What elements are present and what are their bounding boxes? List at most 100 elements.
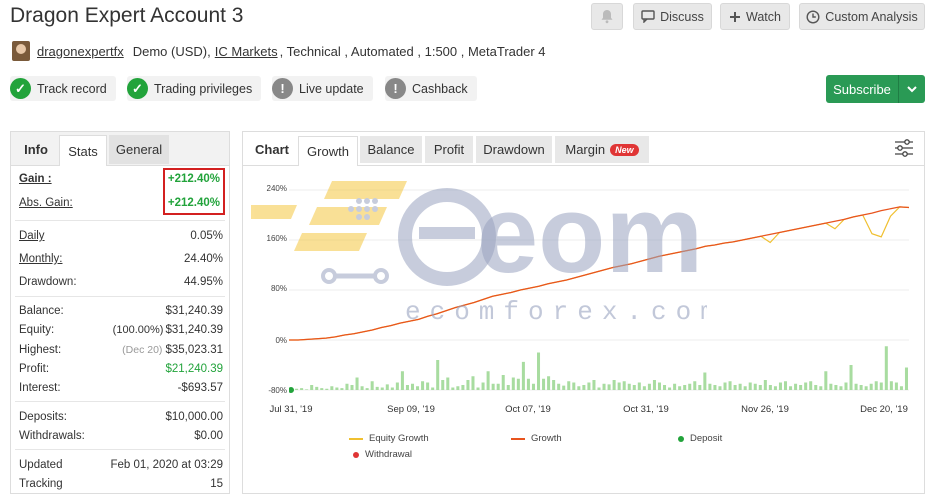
daily-gain-bar[interactable] bbox=[728, 381, 732, 390]
daily-gain-bar[interactable] bbox=[501, 375, 505, 390]
daily-gain-bar[interactable] bbox=[526, 378, 530, 390]
username-link[interactable]: dragonexpertfx bbox=[37, 44, 124, 59]
daily-gain-bar[interactable] bbox=[315, 386, 319, 390]
daily-gain-bar[interactable] bbox=[824, 371, 828, 390]
daily-gain-bar[interactable] bbox=[461, 385, 465, 390]
daily-gain-bar[interactable] bbox=[804, 382, 808, 391]
daily-gain-bar[interactable] bbox=[703, 372, 707, 391]
daily-gain-bar[interactable] bbox=[718, 386, 722, 390]
abs-gain-label[interactable]: Abs. Gain: bbox=[19, 197, 73, 209]
daily-gain-bar[interactable] bbox=[390, 387, 394, 391]
daily-gain-bar[interactable] bbox=[854, 383, 858, 390]
legend-equity-growth[interactable]: Equity Growth bbox=[349, 433, 429, 444]
daily-gain-bar[interactable] bbox=[531, 383, 535, 390]
daily-gain-bar[interactable] bbox=[738, 383, 742, 390]
daily-gain-bar[interactable] bbox=[426, 382, 430, 391]
daily-gain-bar[interactable] bbox=[597, 387, 601, 391]
daily-gain-bar[interactable] bbox=[708, 383, 712, 390]
daily-gain-bar[interactable] bbox=[743, 386, 747, 390]
daily-gain-bar[interactable] bbox=[325, 388, 329, 390]
tab-chart[interactable]: Chart bbox=[249, 136, 295, 163]
daily-gain-bar[interactable] bbox=[778, 382, 782, 391]
notifications-button[interactable] bbox=[591, 3, 623, 30]
daily-gain-bar[interactable] bbox=[481, 382, 485, 391]
daily-gain-bar[interactable] bbox=[567, 381, 571, 390]
daily-gain-bar[interactable] bbox=[577, 386, 581, 390]
tab-stats[interactable]: Stats bbox=[59, 135, 107, 166]
daily-gain-bar[interactable] bbox=[844, 382, 848, 391]
daily-gain-bar[interactable] bbox=[400, 371, 404, 390]
daily-gain-bar[interactable] bbox=[768, 385, 772, 390]
daily-gain-bar[interactable] bbox=[360, 386, 364, 390]
subscribe-button[interactable]: Subscribe bbox=[826, 75, 925, 103]
daily-gain-bar[interactable] bbox=[335, 387, 339, 391]
daily-gain-bar[interactable] bbox=[320, 388, 324, 390]
daily-gain-bar[interactable] bbox=[476, 387, 480, 391]
daily-gain-bar[interactable] bbox=[557, 383, 561, 390]
daily-gain-bar[interactable] bbox=[506, 385, 510, 390]
daily-gain-bar[interactable] bbox=[491, 383, 495, 390]
daily-gain-bar[interactable] bbox=[869, 383, 873, 390]
daily-gain-bar[interactable] bbox=[758, 385, 762, 390]
daily-gain-bar[interactable] bbox=[753, 383, 757, 390]
tab-drawdown[interactable]: Drawdown bbox=[476, 136, 552, 163]
daily-gain-bar[interactable] bbox=[657, 382, 661, 391]
daily-gain-bar[interactable] bbox=[355, 377, 359, 391]
daily-gain-bar[interactable] bbox=[305, 389, 309, 390]
daily-gain-bar[interactable] bbox=[884, 346, 888, 390]
daily-gain-bar[interactable] bbox=[789, 386, 793, 390]
daily-gain-bar[interactable] bbox=[370, 381, 374, 390]
legend-growth[interactable]: Growth bbox=[511, 433, 562, 444]
monthly-label[interactable]: Monthly: bbox=[19, 253, 62, 265]
custom-analysis-button[interactable]: Custom Analysis bbox=[799, 3, 925, 30]
daily-gain-bar[interactable] bbox=[542, 378, 546, 390]
daily-gain-bar[interactable] bbox=[602, 383, 606, 390]
tab-info[interactable]: Info bbox=[15, 135, 57, 164]
daily-gain-bar[interactable] bbox=[763, 380, 767, 390]
daily-gain-bar[interactable] bbox=[350, 385, 354, 390]
daily-gain-bar[interactable] bbox=[295, 388, 299, 390]
settings-sliders-icon[interactable] bbox=[894, 139, 914, 157]
daily-gain-bar[interactable] bbox=[441, 380, 445, 390]
daily-gain-bar[interactable] bbox=[340, 388, 344, 390]
daily-gain-bar[interactable] bbox=[819, 386, 823, 390]
daily-gain-bar[interactable] bbox=[829, 383, 833, 390]
daily-gain-bar[interactable] bbox=[410, 383, 415, 390]
daily-gain-bar[interactable] bbox=[486, 371, 490, 390]
daily-gain-bar[interactable] bbox=[300, 388, 304, 390]
gain-label[interactable]: Gain : bbox=[19, 173, 52, 185]
daily-gain-bar[interactable] bbox=[647, 383, 651, 390]
daily-gain-bar[interactable] bbox=[834, 385, 838, 390]
daily-gain-bar[interactable] bbox=[814, 385, 818, 390]
daily-gain-bar[interactable] bbox=[723, 382, 727, 391]
daily-gain-bar[interactable] bbox=[637, 382, 641, 391]
daily-gain-bar[interactable] bbox=[627, 383, 631, 390]
daily-gain-bar[interactable] bbox=[673, 383, 677, 390]
daily-gain-bar[interactable] bbox=[436, 360, 440, 390]
legend-deposit[interactable]: Deposit bbox=[678, 433, 722, 444]
deposit-marker[interactable] bbox=[289, 387, 294, 393]
daily-gain-bar[interactable] bbox=[683, 385, 687, 390]
daily-gain-bar[interactable] bbox=[904, 367, 908, 391]
daily-gain-bar[interactable] bbox=[521, 361, 525, 390]
daily-gain-bar[interactable] bbox=[421, 381, 425, 390]
daily-gain-bar[interactable] bbox=[899, 386, 903, 390]
daily-gain-bar[interactable] bbox=[622, 381, 626, 390]
daily-gain-bar[interactable] bbox=[668, 387, 672, 391]
daily-gain-bar[interactable] bbox=[496, 383, 500, 390]
daily-gain-bar[interactable] bbox=[582, 385, 586, 390]
tab-margin[interactable]: Margin New bbox=[555, 136, 649, 163]
daily-gain-bar[interactable] bbox=[879, 382, 883, 391]
daily-gain-bar[interactable] bbox=[612, 380, 616, 390]
daily-label[interactable]: Daily bbox=[19, 230, 45, 242]
daily-gain-bar[interactable] bbox=[794, 383, 798, 390]
daily-gain-bar[interactable] bbox=[562, 385, 566, 390]
daily-gain-bar[interactable] bbox=[592, 380, 596, 390]
live-update-badge[interactable]: ! Live update bbox=[272, 76, 373, 101]
daily-gain-bar[interactable] bbox=[809, 381, 813, 390]
daily-gain-bar[interactable] bbox=[395, 382, 399, 391]
daily-gain-bar[interactable] bbox=[693, 381, 697, 390]
track-record-badge[interactable]: ✓ Track record bbox=[10, 76, 116, 101]
daily-gain-bar[interactable] bbox=[748, 382, 752, 391]
daily-gain-bar[interactable] bbox=[471, 376, 475, 390]
